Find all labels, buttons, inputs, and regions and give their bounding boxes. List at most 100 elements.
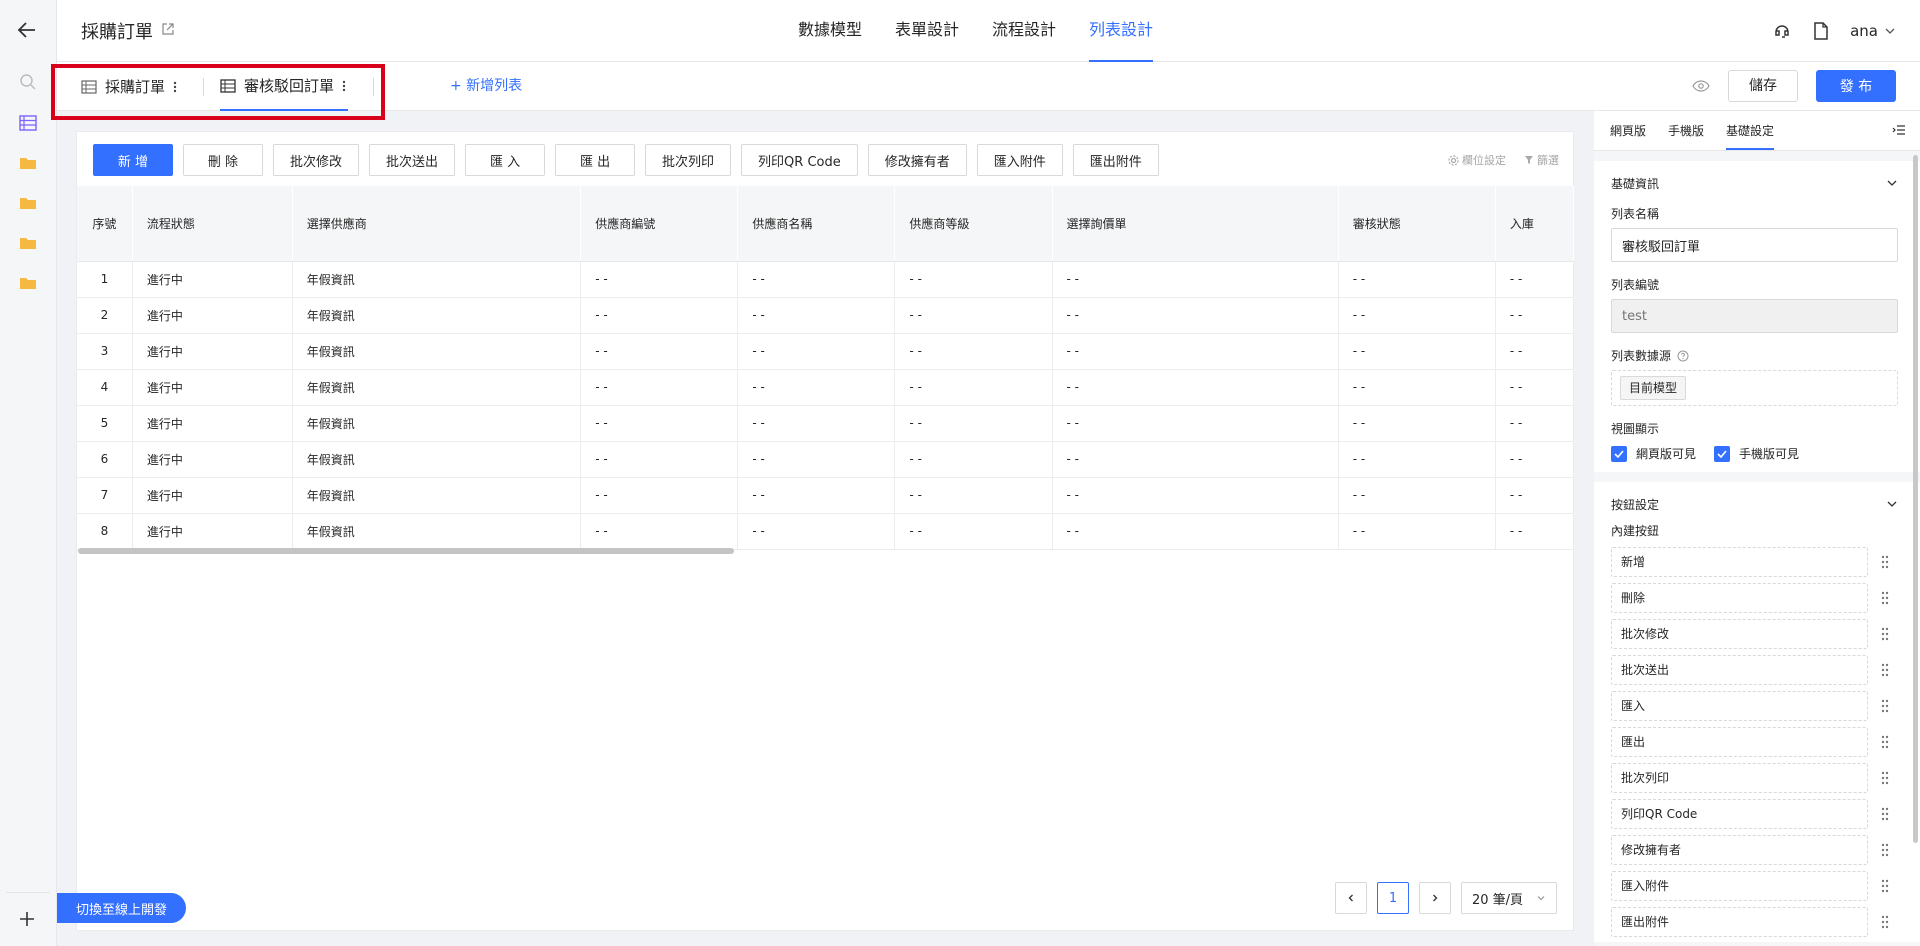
save-button[interactable]: 儲存 <box>1728 70 1798 102</box>
table-row[interactable]: 7 進行中 年假資訊 - -- -- -- -- -- - <box>77 477 1574 514</box>
import-button[interactable]: 匯 入 <box>465 144 546 176</box>
builtin-button-item[interactable]: 批次修改 <box>1611 619 1898 649</box>
list-icon[interactable] <box>18 113 38 133</box>
document-icon[interactable] <box>1812 21 1830 41</box>
builtin-button-item[interactable]: 批次送出 <box>1611 655 1898 685</box>
builtin-button-label: 批次修改 <box>1611 619 1868 649</box>
table-row[interactable]: 2 進行中 年假資訊 - -- -- -- -- -- - <box>77 297 1574 334</box>
next-page-button[interactable] <box>1419 882 1451 914</box>
switch-to-online-dev-button[interactable]: 切換至線上開發 <box>57 893 186 923</box>
external-link-icon[interactable] <box>161 22 175 36</box>
list-tab-purchase-order[interactable]: 採購訂單 <box>81 62 177 111</box>
tab-flow-design[interactable]: 流程設計 <box>992 0 1056 62</box>
collapse-panel-icon[interactable] <box>1892 124 1906 138</box>
data-source-field[interactable]: 目前模型 <box>1611 370 1898 406</box>
user-menu[interactable]: ana <box>1850 22 1896 40</box>
change-owner-button[interactable]: 修改擁有者 <box>867 144 967 176</box>
table-row[interactable]: 4 進行中 年假資訊 - -- -- -- -- -- - <box>77 369 1574 406</box>
column-header: 選擇供應商 <box>292 186 582 262</box>
table-cell: - - <box>894 513 1053 550</box>
list-tab-label: 審核駁回訂單 <box>244 77 335 95</box>
builtin-button-label: 刪除 <box>1611 583 1868 613</box>
publish-button[interactable]: 發 布 <box>1816 70 1896 102</box>
drag-handle-icon[interactable] <box>1880 554 1890 570</box>
table-row[interactable]: 5 進行中 年假資訊 - -- -- -- -- -- - <box>77 405 1574 442</box>
add-icon[interactable] <box>16 908 38 930</box>
tab-data-model[interactable]: 數據模型 <box>798 0 862 62</box>
drag-handle-icon[interactable] <box>1880 806 1890 822</box>
builtin-button-list: 新增刪除批次修改批次送出匯入匯出批次列印列印QR Code 修改擁有者匯入附件匯出… <box>1611 547 1898 937</box>
folder-icon[interactable] <box>18 273 38 293</box>
table-cell: 進行中 <box>132 261 293 298</box>
batch-print-button[interactable]: 批次列印 <box>645 144 732 176</box>
builtin-button-item[interactable]: 列印QR Code <box>1611 799 1898 829</box>
tab-mobile[interactable]: 手機版 <box>1668 111 1704 150</box>
folder-icon[interactable] <box>18 193 38 213</box>
basic-info-header[interactable]: 基礎資訊 <box>1611 173 1898 193</box>
button-settings-header[interactable]: 按鈕設定 <box>1611 494 1898 514</box>
folder-icon[interactable] <box>18 153 38 173</box>
drag-handle-icon[interactable] <box>1880 914 1890 930</box>
drag-handle-icon[interactable] <box>1880 626 1890 642</box>
headset-icon[interactable] <box>1772 21 1792 41</box>
horizontal-scrollbar[interactable] <box>78 548 734 554</box>
add-list-button[interactable]: + 新增列表 <box>450 62 522 111</box>
page-number[interactable]: 1 <box>1377 882 1409 914</box>
table-cell: 進行中 <box>132 477 293 514</box>
builtin-button-item[interactable]: 修改擁有者 <box>1611 835 1898 865</box>
page-size-select[interactable]: 20 筆/頁 <box>1461 882 1557 914</box>
chevron-down-icon <box>1537 896 1545 901</box>
table-cell: - - <box>580 333 739 370</box>
list-name-input[interactable] <box>1611 228 1898 262</box>
drag-handle-icon[interactable] <box>1880 698 1890 714</box>
builtin-button-item[interactable]: 匯出 <box>1611 727 1898 757</box>
tab-form-design[interactable]: 表單設計 <box>895 0 959 62</box>
table-cell: - - <box>1495 405 1574 442</box>
drag-handle-icon[interactable] <box>1880 842 1890 858</box>
prev-page-button[interactable] <box>1335 882 1367 914</box>
drag-handle-icon[interactable] <box>1880 770 1890 786</box>
drag-handle-icon[interactable] <box>1880 734 1890 750</box>
builtin-button-item[interactable]: 匯出附件 <box>1611 907 1898 937</box>
print-qr-button[interactable]: 列印QR Code <box>741 144 858 176</box>
drag-handle-icon[interactable] <box>1880 590 1890 606</box>
back-arrow-icon[interactable] <box>15 18 39 42</box>
table-row[interactable]: 3 進行中 年假資訊 - -- -- -- -- -- - <box>77 333 1574 370</box>
import-attachment-button[interactable]: 匯入附件 <box>976 144 1063 176</box>
more-vertical-icon[interactable] <box>342 79 346 93</box>
search-icon[interactable] <box>18 72 38 92</box>
builtin-button-item[interactable]: 刪除 <box>1611 583 1898 613</box>
mobile-visible-checkbox[interactable]: 手機版可見 <box>1714 445 1799 462</box>
delete-button[interactable]: 刪 除 <box>183 144 263 176</box>
table-row[interactable]: 1 進行中 年假資訊 - -- -- -- -- -- - <box>77 261 1574 298</box>
batch-submit-button[interactable]: 批次送出 <box>369 144 456 176</box>
export-attachment-button[interactable]: 匯出附件 <box>1072 144 1159 176</box>
builtin-button-item[interactable]: 匯入附件 <box>1611 871 1898 901</box>
filter-button[interactable]: 篩選 <box>1524 152 1559 168</box>
add-button[interactable]: 新 增 <box>93 144 173 176</box>
export-button[interactable]: 匯 出 <box>555 144 636 176</box>
panel-scrollbar[interactable] <box>1913 155 1918 843</box>
list-tab-rejected-orders[interactable]: 審核駁回訂單 <box>220 62 349 111</box>
tab-list-design[interactable]: 列表設計 <box>1089 0 1154 62</box>
table-row[interactable]: 8 進行中 年假資訊 - -- -- -- -- -- - <box>77 513 1574 550</box>
header-actions: 儲存 發 布 <box>1692 70 1896 102</box>
help-icon[interactable] <box>1677 350 1689 362</box>
table-row[interactable]: 6 進行中 年假資訊 - -- -- -- -- -- - <box>77 441 1574 478</box>
tab-basic-settings[interactable]: 基礎設定 <box>1726 111 1775 150</box>
table-cell: - - <box>580 405 739 442</box>
folder-icon[interactable] <box>18 233 38 253</box>
tab-web[interactable]: 網頁版 <box>1610 111 1646 150</box>
web-visible-checkbox[interactable]: 網頁版可見 <box>1611 445 1696 462</box>
field-settings-button[interactable]: 欄位設定 <box>1448 152 1506 168</box>
more-vertical-icon[interactable] <box>173 80 177 94</box>
table-cell: 年假資訊 <box>292 405 582 442</box>
drag-handle-icon[interactable] <box>1880 878 1890 894</box>
section-title: 基礎資訊 <box>1611 176 1660 191</box>
batch-edit-button[interactable]: 批次修改 <box>273 144 360 176</box>
eye-icon[interactable] <box>1692 80 1710 92</box>
drag-handle-icon[interactable] <box>1880 662 1890 678</box>
builtin-button-item[interactable]: 批次列印 <box>1611 763 1898 793</box>
builtin-button-item[interactable]: 新增 <box>1611 547 1898 577</box>
builtin-button-item[interactable]: 匯入 <box>1611 691 1898 721</box>
